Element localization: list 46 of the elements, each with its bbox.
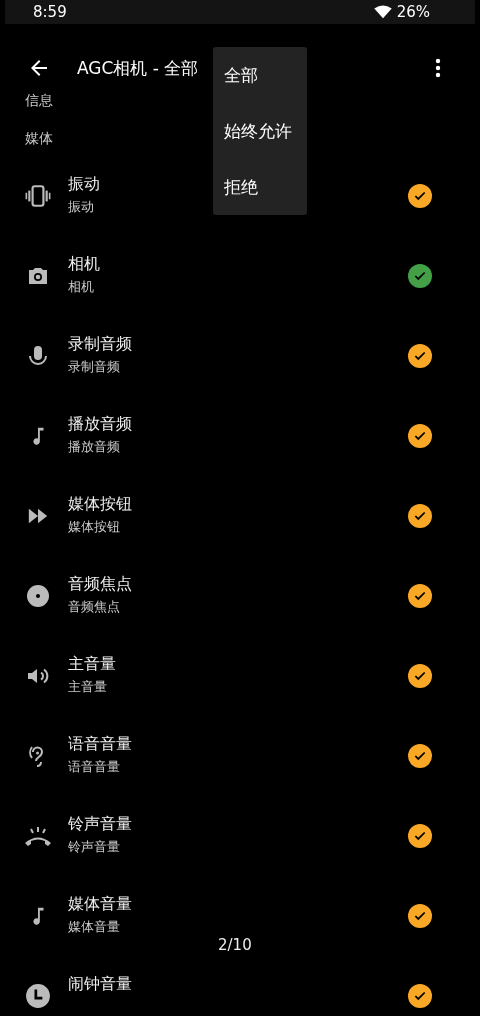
disc-icon: [26, 584, 50, 608]
permission-subtitle: 相机: [68, 278, 95, 296]
status-check-icon[interactable]: [408, 984, 432, 1008]
ringing-phone-icon: [24, 824, 52, 848]
status-check-icon[interactable]: [408, 584, 432, 608]
status-check-icon[interactable]: [408, 184, 432, 208]
permission-title: 音频焦点: [68, 574, 132, 595]
page-indicator: 2/10: [218, 936, 252, 954]
status-check-icon[interactable]: [408, 824, 432, 848]
permission-subtitle: 媒体音量: [68, 918, 121, 936]
permission-title: 主音量: [68, 654, 116, 675]
permission-subtitle: 铃声音量: [68, 838, 121, 856]
permission-subtitle: 音频焦点: [68, 598, 121, 616]
permission-subtitle: 录制音频: [68, 358, 121, 376]
section-label[interactable]: 信息: [25, 90, 53, 110]
permission-title: 录制音频: [68, 334, 132, 355]
permission-title: 铃声音量: [68, 814, 132, 835]
status-check-icon[interactable]: [408, 904, 432, 928]
menu-item[interactable]: 拒绝: [224, 175, 307, 199]
section-label[interactable]: 媒体: [25, 128, 53, 148]
permission-title: 播放音频: [68, 414, 132, 435]
permission-subtitle: 播放音频: [68, 438, 121, 456]
menu-item[interactable]: 全部: [224, 63, 307, 87]
permission-title: 相机: [68, 254, 100, 275]
permission-title: 闹钟音量: [68, 974, 132, 995]
battery-percent: 26%: [396, 3, 430, 21]
wifi-icon: [373, 5, 392, 19]
clock-icon: [25, 983, 51, 1009]
permission-title: 振动: [68, 174, 100, 195]
vibration-icon: [25, 183, 51, 209]
screen-title: AGC相机 - 全部: [77, 56, 199, 80]
status-check-icon[interactable]: [408, 264, 432, 288]
status-check-icon[interactable]: [408, 344, 432, 368]
permission-subtitle: 振动: [68, 198, 95, 216]
status-check-icon[interactable]: [408, 504, 432, 528]
permission-title: 语音音量: [68, 734, 132, 755]
permission-subtitle: 主音量: [68, 678, 108, 696]
permission-title: 媒体音量: [68, 894, 132, 915]
clock-time: 8:59: [33, 3, 67, 21]
permission-subtitle: 语音音量: [68, 758, 121, 776]
permission-subtitle: 媒体按钮: [68, 518, 121, 536]
status-check-icon[interactable]: [408, 744, 432, 768]
status-check-icon[interactable]: [408, 664, 432, 688]
menu-item[interactable]: 始终允许: [224, 119, 307, 143]
permission-title: 媒体按钮: [68, 494, 132, 515]
status-check-icon[interactable]: [408, 424, 432, 448]
